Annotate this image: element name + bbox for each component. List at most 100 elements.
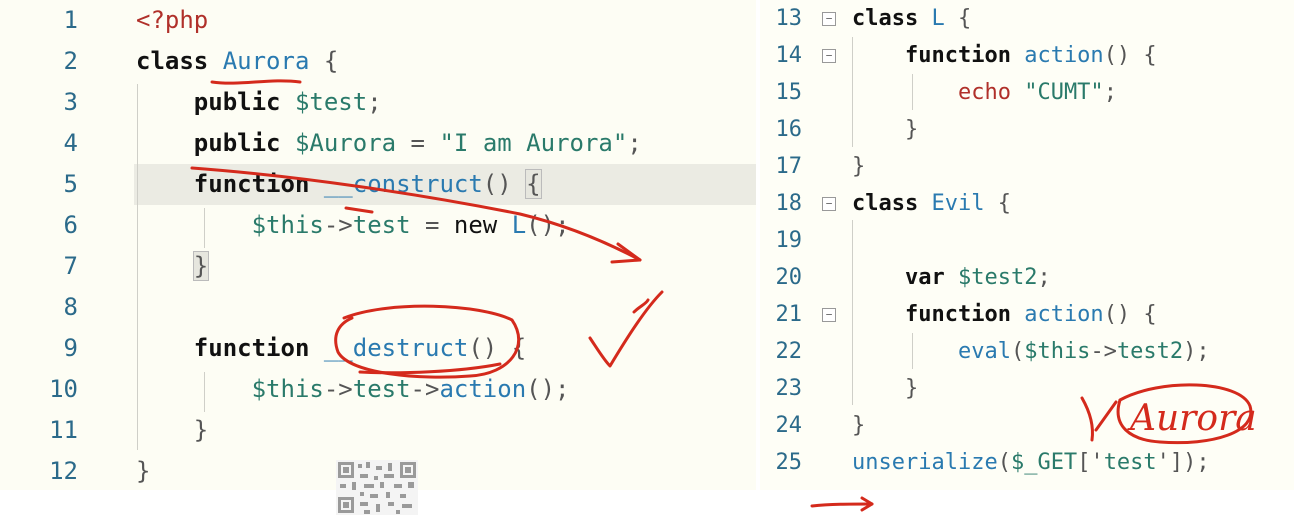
- code-line[interactable]: 8: [0, 287, 756, 328]
- code-text[interactable]: function __destruct() {: [136, 328, 526, 369]
- code-text[interactable]: }: [852, 148, 865, 185]
- code-text[interactable]: class L {: [852, 0, 971, 37]
- code-line[interactable]: 24}: [760, 407, 1294, 444]
- code-line[interactable]: 19: [760, 222, 1294, 259]
- code-text[interactable]: }: [136, 451, 150, 492]
- line-number: 20: [775, 265, 803, 290]
- code-text[interactable]: var $test2;: [852, 259, 1051, 296]
- code-line[interactable]: 18 − class Evil {: [760, 185, 1294, 222]
- code-text[interactable]: }: [136, 246, 210, 287]
- code-line[interactable]: 13 − class L {: [760, 0, 1294, 37]
- code-text[interactable]: class Evil {: [852, 185, 1011, 222]
- code-token: <?php: [136, 6, 209, 34]
- code-token: }: [136, 457, 151, 485]
- code-text[interactable]: function __construct() {: [136, 164, 542, 205]
- code-token: test: [352, 211, 411, 239]
- line-number: 23: [775, 376, 803, 401]
- code-line[interactable]: 5 function __construct() {: [0, 164, 756, 205]
- code-line[interactable]: 17}: [760, 148, 1294, 185]
- fold-toggle-icon[interactable]: −: [822, 196, 836, 211]
- code-token: public: [193, 88, 281, 116]
- code-token: $test2: [957, 265, 1038, 290]
- code-text[interactable]: eval($this->test2);: [852, 333, 1210, 370]
- code-token: {: [525, 169, 542, 199]
- code-token: {: [944, 6, 972, 31]
- right-editor-pane[interactable]: 13− class L {14− function action() {15 ec…: [760, 0, 1294, 490]
- code-line[interactable]: 11 }: [0, 410, 756, 451]
- code-text[interactable]: function action() {: [852, 37, 1157, 74]
- code-line[interactable]: 15 echo "CUMT";: [760, 74, 1294, 111]
- line-number: 8: [63, 293, 78, 321]
- code-text[interactable]: }: [136, 410, 208, 451]
- code-token: function: [904, 43, 1011, 68]
- code-token: $_GET: [1010, 450, 1078, 475]
- line-number: 3: [63, 88, 78, 116]
- code-line[interactable]: 6 $this->test = new L();: [0, 205, 756, 246]
- code-text[interactable]: function action() {: [852, 296, 1157, 333]
- code-line[interactable]: 10 $this->test->action();: [0, 369, 756, 410]
- code-text[interactable]: $this->test = new L();: [136, 205, 570, 246]
- code-token: unserialize: [852, 450, 998, 475]
- code-token: }: [852, 154, 866, 179]
- code-token: Evil: [931, 191, 985, 216]
- code-line[interactable]: 4 public $Aurora = "I am Aurora";: [0, 123, 756, 164]
- code-token: test: [1103, 450, 1157, 475]
- code-line[interactable]: 25 unserialize($_GET['test']);: [760, 444, 1294, 481]
- fold-toggle-icon[interactable]: −: [822, 307, 836, 322]
- code-token: action: [1024, 43, 1104, 68]
- line-number: 7: [63, 252, 78, 280]
- fold-toggle-icon[interactable]: −: [822, 11, 836, 26]
- code-line[interactable]: 14 − function action() {: [760, 37, 1294, 74]
- code-token: ->: [410, 375, 440, 403]
- code-line[interactable]: 22 eval($this->test2);: [760, 333, 1294, 370]
- code-line[interactable]: 3 public $test;: [0, 82, 756, 123]
- code-text[interactable]: unserialize($_GET['test']);: [852, 444, 1210, 481]
- code-text[interactable]: }: [852, 111, 918, 148]
- code-token: $this: [251, 211, 324, 239]
- code-text[interactable]: class Aurora {: [136, 41, 338, 82]
- code-token: $test: [294, 88, 368, 116]
- code-text[interactable]: }: [852, 407, 865, 444]
- code-line[interactable]: 21 − function action() {: [760, 296, 1294, 333]
- line-number: 2: [63, 47, 78, 75]
- code-text[interactable]: echo "CUMT";: [852, 74, 1117, 111]
- code-line[interactable]: 9 function __destruct() {: [0, 328, 756, 369]
- code-token: ->: [1090, 339, 1117, 364]
- code-token: function: [193, 170, 310, 198]
- fold-toggle-icon[interactable]: −: [822, 48, 836, 63]
- line-number: 25: [775, 450, 803, 475]
- code-line[interactable]: 7 }: [0, 246, 756, 287]
- line-number: 4: [63, 129, 78, 157]
- code-line[interactable]: 2 class Aurora {: [0, 41, 756, 82]
- line-number: 9: [63, 334, 78, 362]
- code-text[interactable]: $this->test->action();: [136, 369, 570, 410]
- code-line[interactable]: 1 <?php: [0, 0, 756, 41]
- left-editor-pane[interactable]: 1 <?php 2 class Aurora {3 public $test; 4 pu…: [0, 0, 756, 490]
- code-token: Aurora: [222, 47, 310, 75]
- code-token: echo: [957, 80, 1011, 105]
- code-line[interactable]: 20 var $test2;: [760, 259, 1294, 296]
- code-text[interactable]: <?php: [136, 0, 208, 41]
- line-number: 16: [775, 117, 803, 142]
- code-text[interactable]: public $Aurora = "I am Aurora";: [136, 123, 642, 164]
- code-token: ;: [367, 88, 382, 116]
- code-line[interactable]: 23 }: [760, 370, 1294, 407]
- line-number: 19: [775, 228, 803, 253]
- code-token: ;: [627, 129, 642, 157]
- code-text[interactable]: }: [852, 370, 918, 407]
- code-line[interactable]: 16 }: [760, 111, 1294, 148]
- code-text[interactable]: public $test;: [136, 82, 382, 123]
- code-token: ;: [1103, 80, 1117, 105]
